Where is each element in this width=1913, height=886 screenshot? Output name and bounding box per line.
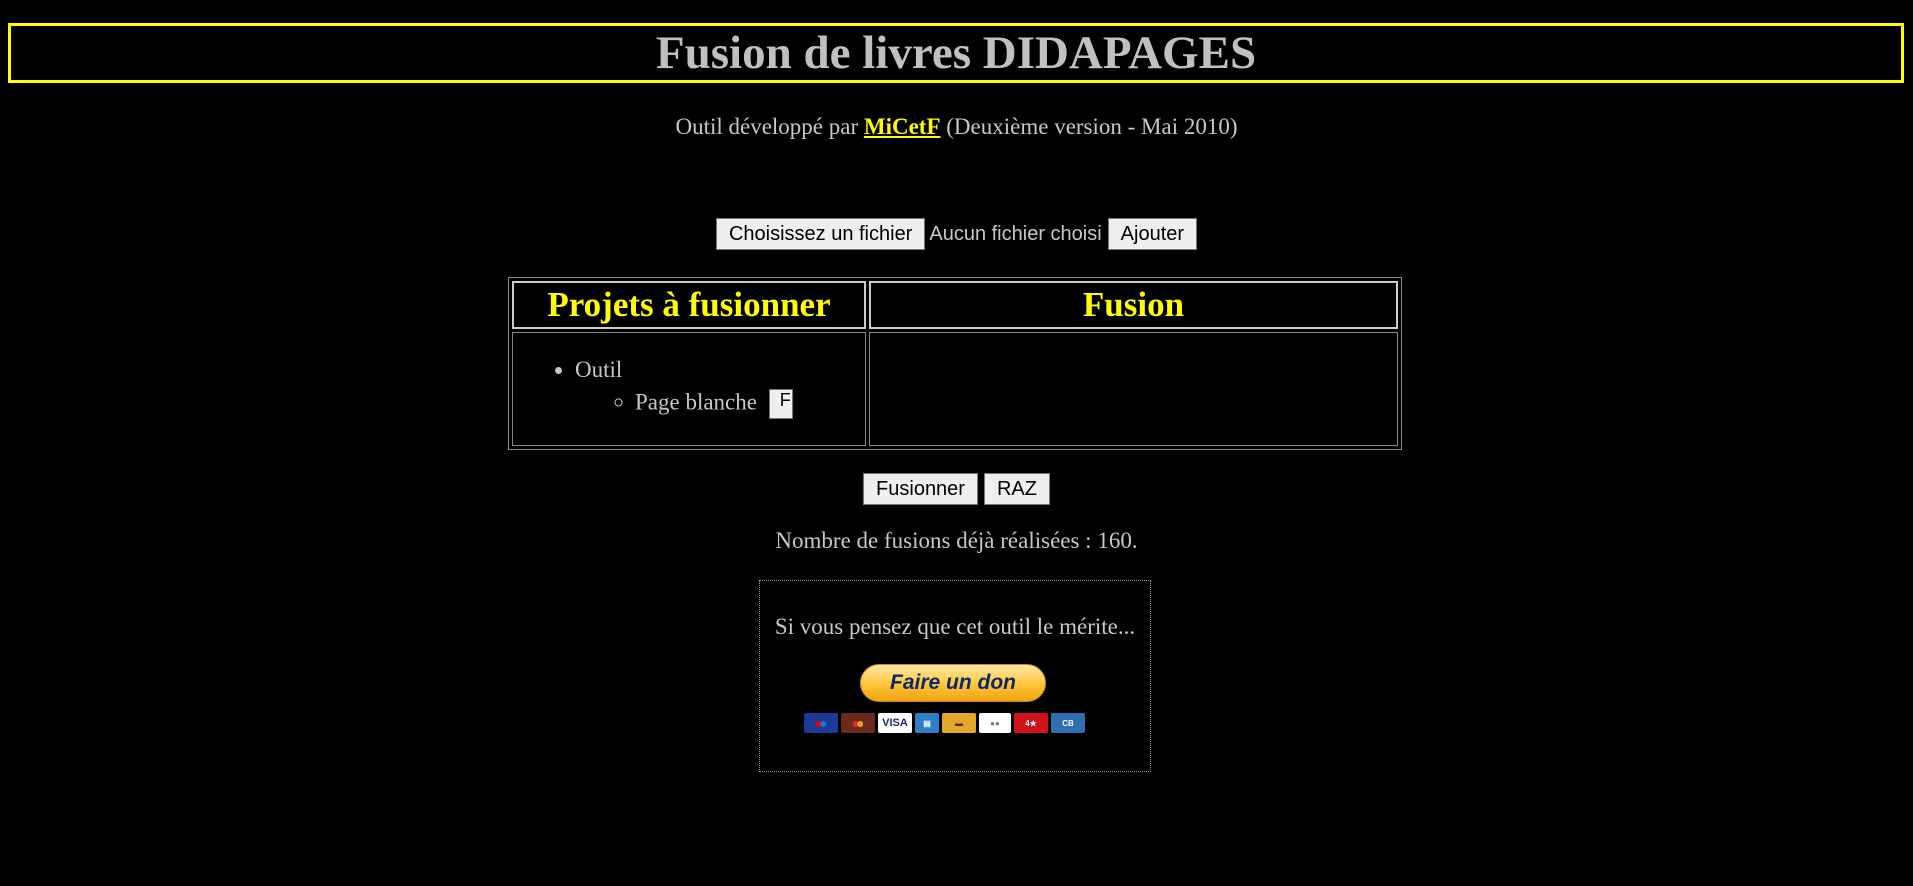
projects-column-header: Projets à fusionner [512,281,866,329]
payment-cards: ● ● ● ● VISA ▤ ▬ ●● 4★ CB [804,713,1085,733]
project-name: Outil [575,357,623,382]
4etoiles-icon: 4★ [1014,713,1048,733]
file-status-text: Aucun fichier choisi [929,222,1102,245]
mastercard-icon: ● ● [841,713,875,733]
credit-suffix: (Deuxième version - Mai 2010) [940,114,1238,139]
project-item: Outil Page blanche F [575,357,865,419]
choose-file-button[interactable]: Choisissez un fichier [715,218,926,250]
merge-count-text: Nombre de fusions déjà réalisées : 160. [775,528,1138,553]
maestro-icon: ● ● [804,713,838,733]
page-name: Page blanche [635,389,757,415]
page-add-button[interactable]: F [768,389,793,419]
projects-tree: Outil Page blanche F [513,357,865,419]
aurore-icon: ▬ [942,713,976,733]
donate-button[interactable]: Faire un don [860,664,1046,702]
sofinco-icon: ●● [979,713,1011,733]
reset-button[interactable]: RAZ [983,473,1050,505]
donate-box: Si vous pensez que cet outil le mérite..… [759,580,1151,772]
page-title: Fusion de livres DIDAPAGES [655,27,1257,79]
projects-table: Projets à fusionner Fusion Outil Page bl… [508,277,1402,450]
file-upload-row: Choisissez un fichier Aucun fichier choi… [0,218,1913,250]
visa-icon: VISA [878,713,912,733]
fusion-cell[interactable] [869,332,1398,446]
credit-line: Outil développé par MiCetF (Deuxième ver… [0,114,1913,140]
add-button[interactable]: Ajouter [1107,218,1198,250]
credit-prefix: Outil développé par [675,114,864,139]
author-link[interactable]: MiCetF [864,114,941,139]
merge-button[interactable]: Fusionner [863,473,978,505]
title-banner: Fusion de livres DIDAPAGES [8,23,1904,83]
fusion-column-header: Fusion [869,281,1398,329]
projects-cell: Outil Page blanche F [512,332,866,446]
amex-icon: ▤ [915,713,939,733]
cb-icon: CB [1051,713,1085,733]
donate-text: Si vous pensez que cet outil le mérite..… [774,614,1136,639]
page-item: Page blanche F [635,389,865,419]
action-buttons: Fusionner RAZ [0,473,1913,505]
